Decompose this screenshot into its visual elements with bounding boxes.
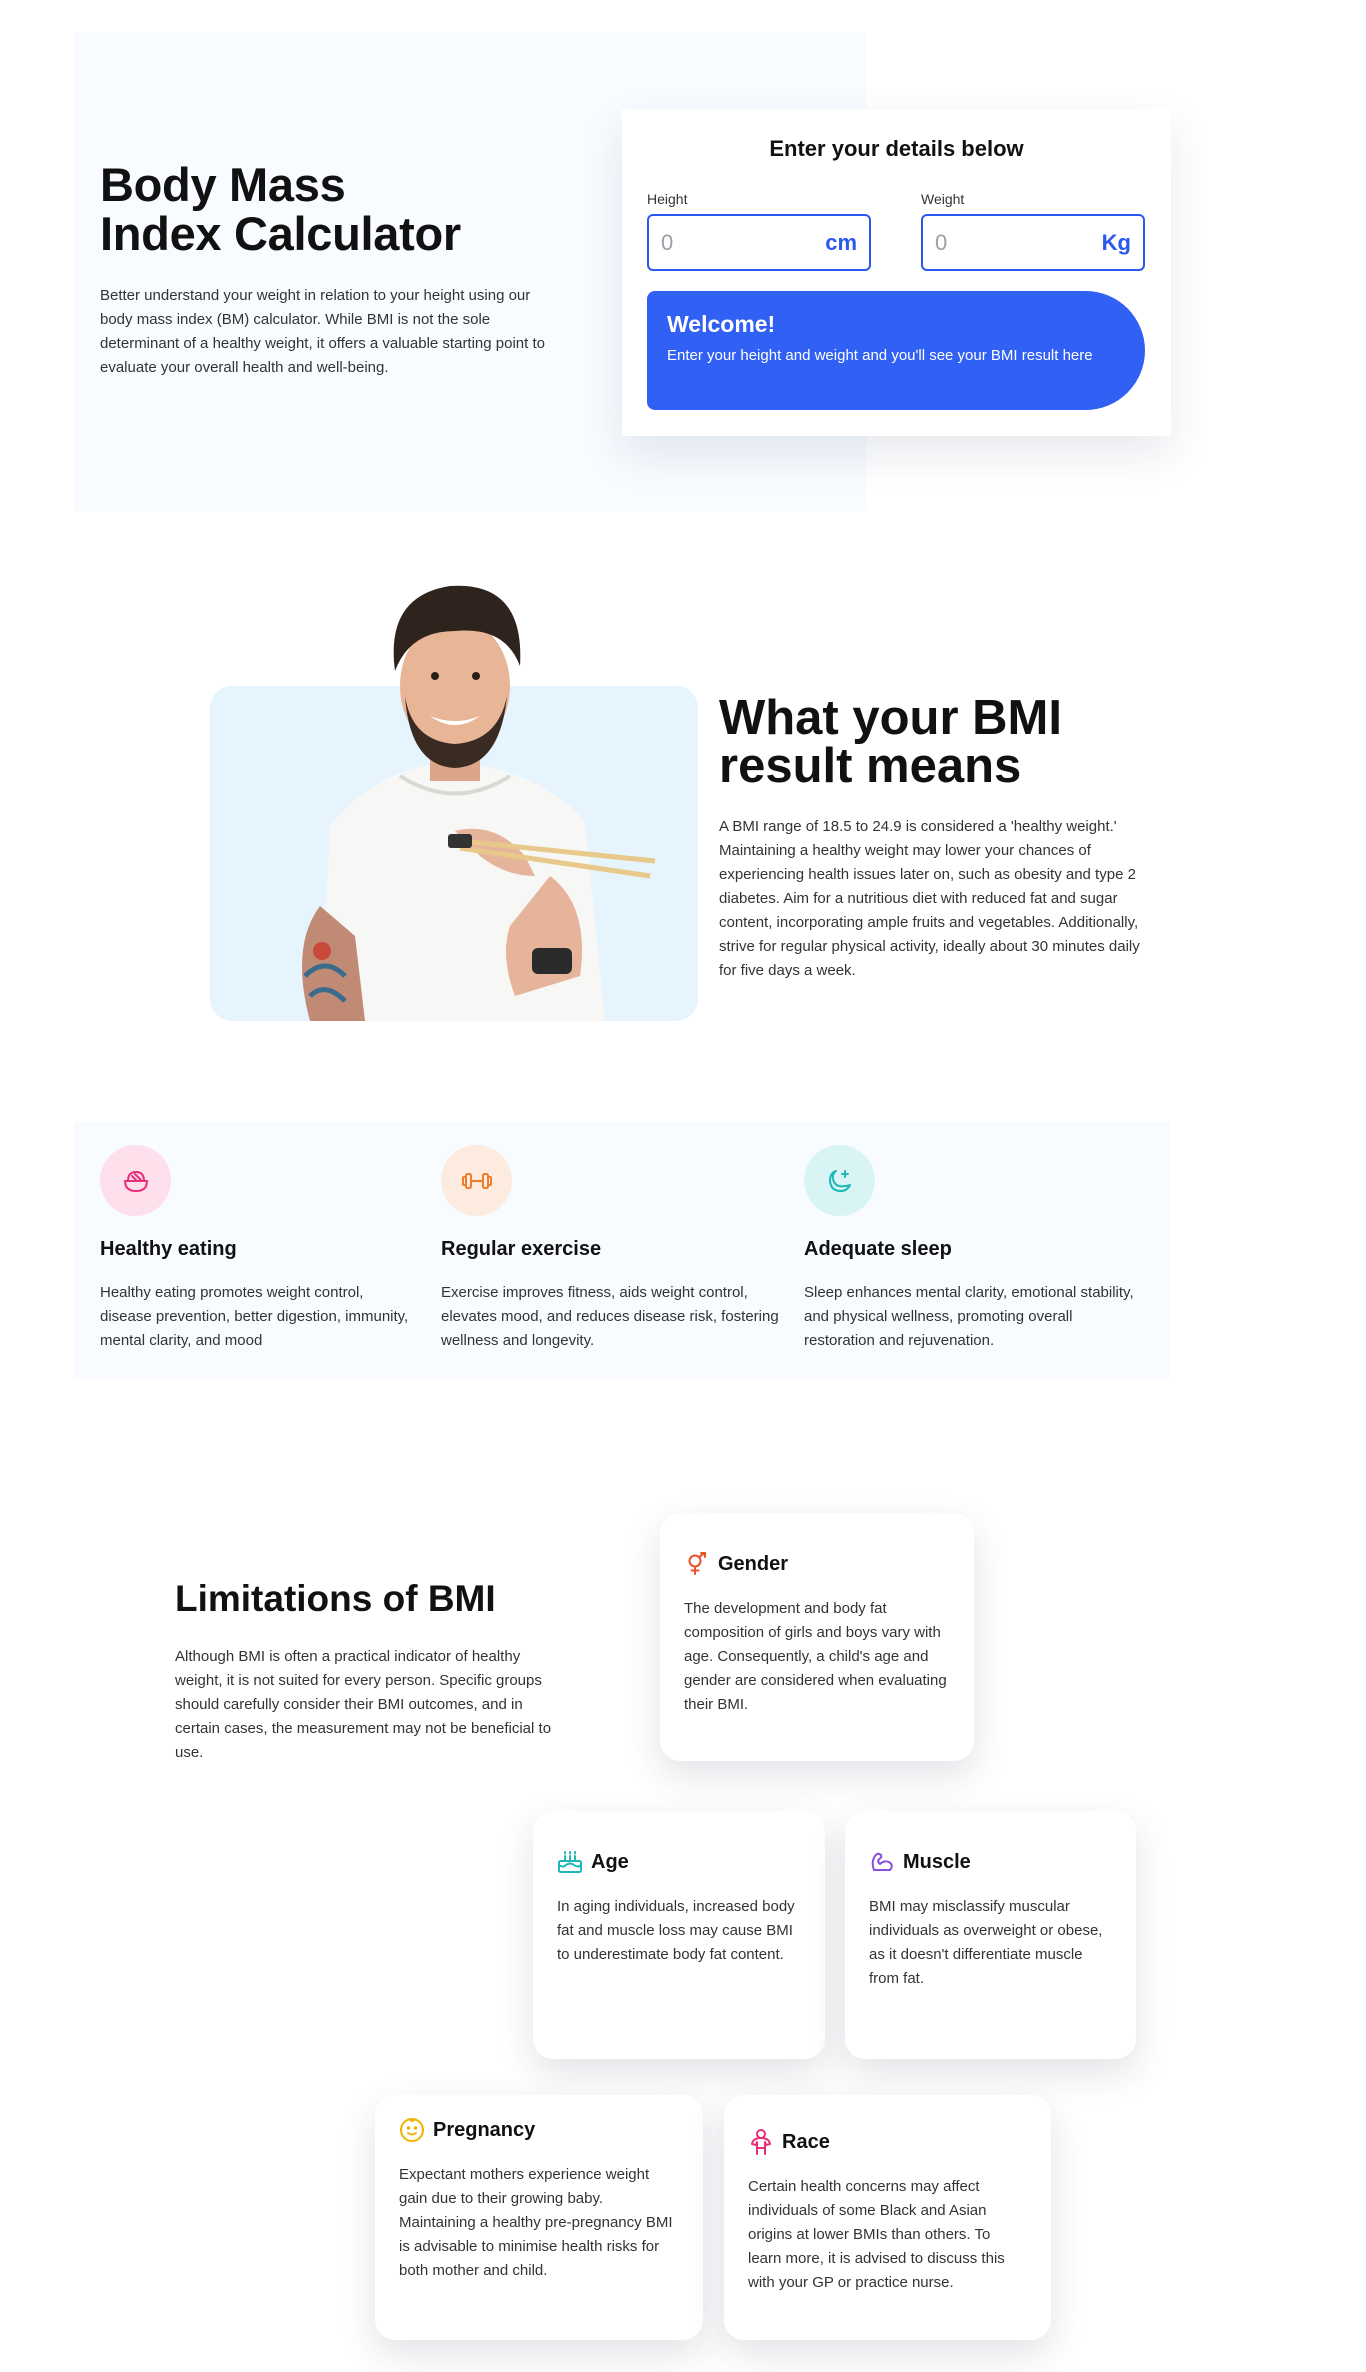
- welcome-text: Enter your height and weight and you'll …: [667, 347, 1093, 364]
- habit-title: Regular exercise: [441, 1238, 602, 1260]
- limitations-description: Although BMI is often a practical indica…: [175, 1648, 552, 1761]
- welcome-title: Welcome!: [667, 311, 776, 337]
- smiling-man-image: [302, 585, 656, 1021]
- calculator-title: Enter your details below: [769, 136, 1024, 161]
- bmi-calculator-card: Enter your details below Height cm Weigh…: [622, 109, 1171, 436]
- limitation-card-text: The development and body fat composition…: [684, 1600, 947, 1713]
- result-section-title: What your BMI result means: [719, 691, 1149, 793]
- habit-text: Healthy eating promotes weight control, …: [100, 1284, 409, 1349]
- result-title-line1: What your BMI: [719, 691, 1062, 745]
- habit-healthy-eating: Healthy eating Healthy eating promotes w…: [100, 1145, 410, 1353]
- habit-adequate-sleep: Adequate sleep Sleep enhances mental cla…: [804, 1145, 1134, 1353]
- habit-text: Exercise improves fitness, aids weight c…: [441, 1284, 779, 1349]
- weight-input[interactable]: [935, 229, 1102, 256]
- limitation-card-text: In aging individuals, increased body fat…: [557, 1898, 795, 1963]
- weight-label: Weight: [921, 191, 965, 207]
- limitation-card-text: Expectant mothers experience weight gain…: [399, 2166, 673, 2279]
- limitation-card-race: Race Certain health concerns may affect …: [724, 2095, 1051, 2340]
- muscle-icon: [869, 1849, 895, 1875]
- result-title-line2: result means: [719, 739, 1022, 793]
- pregnancy-icon: [399, 2117, 425, 2143]
- height-field[interactable]: cm: [647, 214, 871, 271]
- result-description: A BMI range of 18.5 to 24.9 is considere…: [719, 818, 1140, 979]
- dumbbell-icon: [441, 1145, 512, 1216]
- habit-regular-exercise: Regular exercise Exercise improves fitne…: [441, 1145, 781, 1353]
- limitation-card-age: Age In aging individuals, increased body…: [533, 1811, 825, 2059]
- page-title-line2: Index Calculator: [100, 207, 461, 260]
- limitation-card-title: Age: [591, 1850, 629, 1873]
- moon-icon: [804, 1145, 875, 1216]
- limitation-card-title: Race: [782, 2130, 830, 2153]
- height-unit: cm: [825, 229, 857, 255]
- limitations-title: Limitations of BMI: [175, 1578, 496, 1619]
- limitation-card-muscle: Muscle BMI may misclassify muscular indi…: [845, 1811, 1136, 2059]
- habit-title: Adequate sleep: [804, 1238, 952, 1260]
- limitation-card-text: BMI may misclassify muscular individuals…: [869, 1898, 1103, 1987]
- habit-text: Sleep enhances mental clarity, emotional…: [804, 1284, 1134, 1349]
- height-input[interactable]: [661, 229, 826, 256]
- weight-unit: Kg: [1101, 229, 1131, 255]
- page-title-line1: Body Mass: [100, 158, 346, 211]
- person-icon: [748, 2129, 774, 2155]
- limitation-card-pregnancy: Pregnancy Expectant mothers experience w…: [375, 2095, 703, 2340]
- limitation-card-title: Gender: [718, 1552, 789, 1575]
- weight-field[interactable]: Kg: [921, 214, 1145, 271]
- limitation-card-text: Certain health concerns may affect indiv…: [748, 2178, 1005, 2291]
- welcome-result-panel: Welcome! Enter your height and weight an…: [647, 291, 1145, 410]
- height-label: Height: [647, 191, 688, 207]
- limitation-card-gender: Gender The development and body fat comp…: [660, 1513, 974, 1761]
- bowl-icon: [100, 1145, 171, 1216]
- hero-description: Better understand your weight in relatio…: [100, 287, 545, 376]
- cake-icon: [557, 1849, 583, 1875]
- habit-title: Healthy eating: [100, 1238, 237, 1260]
- limitation-card-title: Pregnancy: [433, 2118, 536, 2141]
- page-title: Body Mass Index Calculator: [100, 160, 560, 258]
- gender-icon: [684, 1551, 710, 1577]
- limitation-card-title: Muscle: [903, 1850, 971, 1873]
